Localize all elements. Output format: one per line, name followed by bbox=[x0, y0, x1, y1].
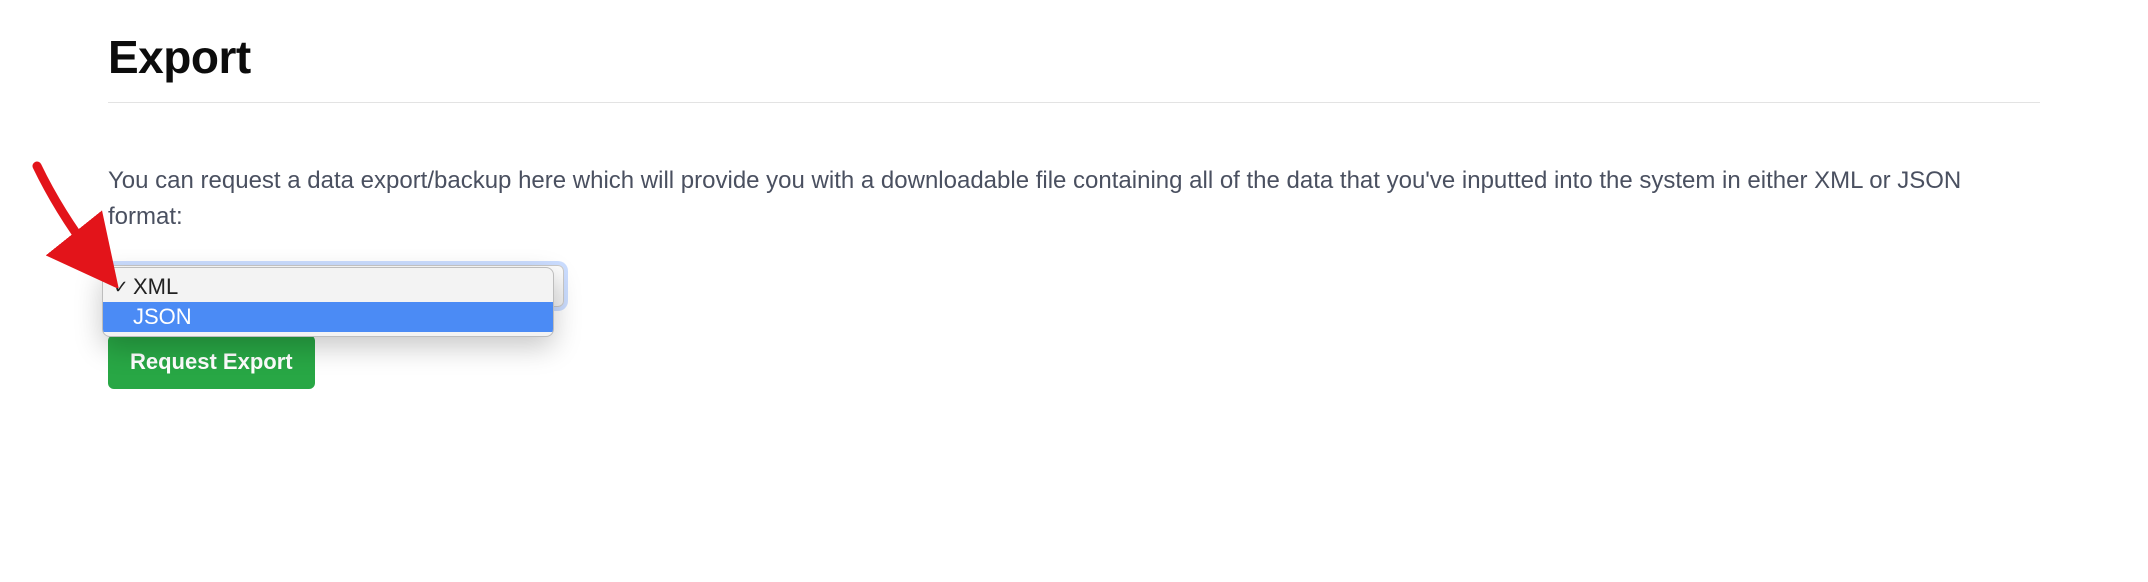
format-option-json[interactable]: JSON bbox=[103, 302, 553, 332]
check-icon: ✓ bbox=[111, 277, 131, 298]
section-divider bbox=[108, 102, 2040, 103]
page-title: Export bbox=[108, 30, 2040, 84]
format-option-label: JSON bbox=[131, 304, 192, 330]
format-option-xml[interactable]: ✓ XML bbox=[103, 272, 553, 302]
format-dropdown: ✓ XML JSON bbox=[102, 267, 554, 337]
format-option-label: XML bbox=[131, 274, 178, 300]
export-description: You can request a data export/backup her… bbox=[108, 163, 2040, 235]
request-export-button[interactable]: Request Export bbox=[108, 335, 315, 389]
